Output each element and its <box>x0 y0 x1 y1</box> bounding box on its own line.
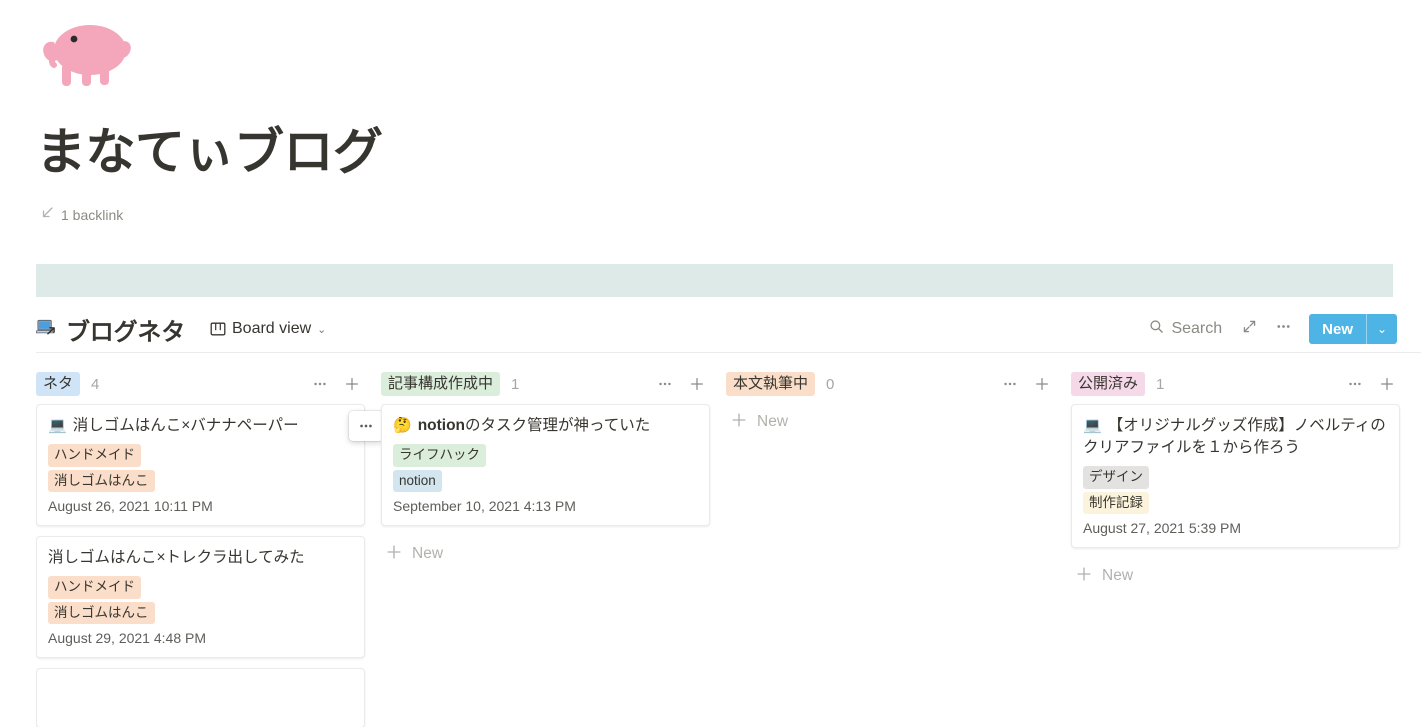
expand-button[interactable] <box>1235 316 1263 342</box>
board-card-tag: ハンドメイド <box>48 444 141 467</box>
column-more-button[interactable] <box>1344 373 1366 395</box>
board-column-count: 0 <box>826 375 835 393</box>
new-button-dropdown[interactable]: ⌄ <box>1367 314 1397 344</box>
board-card-tag-row: 消しゴムはんこ <box>48 601 353 624</box>
backlink[interactable]: 1 backlink <box>40 206 123 223</box>
backlink-label: 1 backlink <box>61 206 124 223</box>
board-card-title: 💻 【オリジナルグッズ作成】ノベルティのクリアファイルを１から作ろう <box>1083 417 1386 456</box>
board-column-badge[interactable]: 公開済み <box>1071 372 1146 396</box>
database-toolbar: Search New ⌄ <box>1142 314 1397 344</box>
board-card-date: August 26, 2021 10:11 PM <box>48 498 213 514</box>
column-new-card-button[interactable]: New <box>381 536 710 571</box>
board-column-badge[interactable]: ネタ <box>36 372 81 396</box>
column-add-button[interactable] <box>1031 373 1053 395</box>
board-card-tag-row: ハンドメイド <box>48 444 353 467</box>
board-card-tag: ライフハック <box>393 444 486 467</box>
board-card-tag-row: notion <box>393 469 698 492</box>
board-card-title: 消しゴムはんこ×トレクラ出してみた <box>48 549 305 566</box>
board-card-tag: ハンドメイド <box>48 576 141 599</box>
board-card-tag-row: ライフハック <box>393 444 698 467</box>
card-emoji-icon: 💻 <box>1083 417 1102 434</box>
plus-icon <box>730 411 748 432</box>
view-tab-label: Board view <box>232 320 312 337</box>
board-card[interactable] <box>36 668 365 727</box>
laptop-arrow-icon <box>34 317 57 342</box>
board-card-tag-row: ハンドメイド <box>48 576 353 599</box>
pig-emoji-icon[interactable] <box>38 12 134 98</box>
board-view-icon <box>209 321 226 338</box>
board-card[interactable]: 消しゴムはんこ×トレクラ出してみたハンドメイド 消しゴムはんこ August 29,… <box>36 536 365 658</box>
board-card-tag-row: 消しゴムはんこ <box>48 469 353 492</box>
callout-block[interactable] <box>36 264 1393 297</box>
board-column: 本文執筆中 0 New <box>726 364 1071 727</box>
card-more-button[interactable] <box>349 411 383 441</box>
more-options-button[interactable] <box>1269 316 1297 342</box>
more-horizontal-icon <box>1275 318 1292 340</box>
board-card[interactable]: 🤔 notionのタスク管理が神っていたライフハック notion September… <box>381 404 710 526</box>
board-column-count: 4 <box>91 375 100 393</box>
board-column-count: 1 <box>511 375 520 393</box>
notion-page: まなてぃブログ 1 backlink ブログネタ Board view ⌄ Se… <box>0 0 1421 727</box>
chevron-down-icon: ⌄ <box>1376 322 1388 336</box>
board-card-date: August 29, 2021 4:48 PM <box>48 630 206 646</box>
database-title-group[interactable]: ブログネタ <box>34 312 185 347</box>
page-title: まなてぃブログ <box>36 124 383 180</box>
board-card-tag-row: 制作記録 <box>1083 491 1388 514</box>
column-add-button[interactable] <box>686 373 708 395</box>
board-column: 記事構成作成中 1 🤔 notionのタスク管理が神っていたライフハック notion S… <box>381 364 726 727</box>
database-header: ブログネタ Board view ⌄ Search New ⌄ <box>34 308 1397 350</box>
board-column-body: New <box>726 404 1071 439</box>
board-card-tag: notion <box>393 469 442 492</box>
search-button[interactable]: Search <box>1142 315 1229 343</box>
board-column: ネタ 4 💻 消しゴムはんこ×バナナペーパーハンドメイド 消しゴムはんこ August 2… <box>36 364 383 727</box>
column-add-button[interactable] <box>341 373 363 395</box>
column-more-button[interactable] <box>654 373 676 395</box>
column-new-card-button[interactable]: New <box>1071 558 1400 593</box>
column-new-label: New <box>757 412 789 430</box>
board-card-tag: デザイン <box>1083 466 1149 489</box>
board-column-header: 公開済み 1 <box>1071 364 1416 404</box>
board-column-badge[interactable]: 本文執筆中 <box>726 372 816 396</box>
board-card-tag: 消しゴムはんこ <box>48 601 155 624</box>
column-add-button[interactable] <box>1376 373 1398 395</box>
board-column: 公開済み 1 💻 【オリジナルグッズ作成】ノベルティのクリアファイルを１から作ろうデザ… <box>1071 364 1416 727</box>
column-new-label: New <box>1102 566 1134 584</box>
database-title: ブログネタ <box>66 318 185 346</box>
expand-icon <box>1242 319 1257 339</box>
board-column-body: 🤔 notionのタスク管理が神っていたライフハック notion September… <box>381 404 726 571</box>
new-button[interactable]: New <box>1309 314 1366 344</box>
board-card-title: 🤔 notionのタスク管理が神っていた <box>393 417 651 434</box>
board-card-date: September 10, 2021 4:13 PM <box>393 498 576 514</box>
board-card[interactable]: 💻 消しゴムはんこ×バナナペーパーハンドメイド 消しゴムはんこ August 26, … <box>36 404 383 526</box>
chevron-down-icon: ⌄ <box>317 323 327 336</box>
search-label: Search <box>1171 320 1223 337</box>
search-icon <box>1149 319 1164 339</box>
board-column-header: 本文執筆中 0 <box>726 364 1071 404</box>
board-column-body: 💻 【オリジナルグッズ作成】ノベルティのクリアファイルを１から作ろうデザイン 制作記… <box>1071 404 1416 593</box>
column-more-button[interactable] <box>999 373 1021 395</box>
new-button-group: New ⌄ <box>1309 314 1397 344</box>
board-card-date: August 27, 2021 5:39 PM <box>1083 520 1241 536</box>
board-card[interactable]: 💻 【オリジナルグッズ作成】ノベルティのクリアファイルを１から作ろうデザイン 制作記… <box>1071 404 1400 548</box>
board-view: ネタ 4 💻 消しゴムはんこ×バナナペーパーハンドメイド 消しゴムはんこ August 2… <box>36 364 1421 727</box>
column-more-button[interactable] <box>309 373 331 395</box>
backlink-arrow-icon <box>40 206 54 223</box>
view-tab-board[interactable]: Board view ⌄ <box>203 317 332 341</box>
board-column-header: ネタ 4 <box>36 364 381 404</box>
board-column-count: 1 <box>1156 375 1165 393</box>
board-card-tag: 制作記録 <box>1083 491 1149 514</box>
database-divider <box>36 352 1421 353</box>
plus-icon <box>385 543 403 564</box>
board-card-title: 💻 消しゴムはんこ×バナナペーパー <box>48 417 299 434</box>
board-card-tag-row: デザイン <box>1083 466 1388 489</box>
board-column-header: 記事構成作成中 1 <box>381 364 726 404</box>
column-new-label: New <box>412 544 444 562</box>
plus-icon <box>1075 565 1093 586</box>
board-column-badge[interactable]: 記事構成作成中 <box>381 372 501 396</box>
column-new-card-button[interactable]: New <box>726 404 1055 439</box>
card-emoji-icon: 💻 <box>48 417 67 434</box>
board-card-tag: 消しゴムはんこ <box>48 469 155 492</box>
card-emoji-icon: 🤔 <box>393 417 412 434</box>
board-column-body: 💻 消しゴムはんこ×バナナペーパーハンドメイド 消しゴムはんこ August 26, … <box>36 404 383 727</box>
